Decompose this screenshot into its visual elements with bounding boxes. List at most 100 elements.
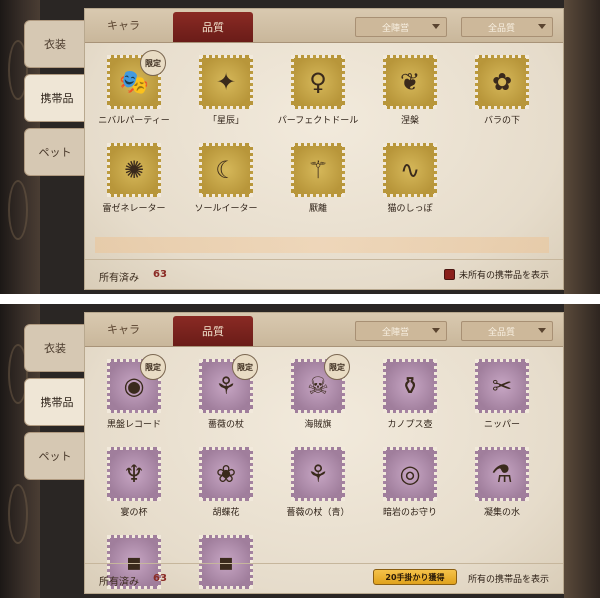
limited-badge: 限定 — [232, 354, 258, 380]
show-unowned-label: 未所有の携帯品を表示 — [458, 271, 549, 281]
accessory-item[interactable]: ☾ ソールイーター — [181, 143, 271, 214]
item-label: バラの下 — [483, 116, 520, 126]
accessory-item[interactable]: ✦ 「星辰」 — [181, 55, 271, 126]
show-unowned-toggle[interactable]: 未所有の携帯品を表示 — [443, 268, 549, 281]
owned-count: 63 — [153, 269, 167, 280]
item-stamp: ☾ — [199, 143, 253, 197]
show-unowned-toggle[interactable]: 所有の携帯品を表示 — [468, 572, 549, 585]
item-label: 黒盤レコード — [106, 420, 161, 430]
item-stamp: ◉ 限定 — [107, 354, 166, 413]
accessory-item[interactable]: ♆ 宴の杯 — [89, 447, 179, 518]
item-stamp: ☠ 限定 — [291, 354, 350, 413]
rose-icon: ✿ — [491, 68, 513, 96]
quality-dropdown[interactable]: 全品質 — [461, 17, 553, 37]
accessory-item[interactable]: ◎ 暗岩のお守り — [365, 447, 455, 518]
item-stamp: ♆ — [107, 447, 161, 501]
side-tab-pet[interactable]: ペット — [24, 128, 86, 176]
chevron-down-icon — [432, 328, 440, 333]
side-tabs: 衣装 携帯品 ペット — [24, 324, 90, 486]
item-label: 厭離 — [308, 204, 327, 214]
tab-character[interactable]: キャラ — [107, 17, 140, 33]
footer: 所有済み 63 所有の携帯品を表示 — [85, 563, 563, 593]
quality-dropdown-value: 全品質 — [488, 327, 516, 338]
water-flask-icon: ⚗ — [491, 460, 513, 488]
hint-reward-badge[interactable]: 20手掛かり獲得 — [373, 569, 457, 585]
item-label: 宴の杯 — [120, 508, 148, 518]
chevron-down-icon — [538, 328, 546, 333]
accessory-item[interactable]: ✿ バラの下 — [457, 55, 547, 126]
generator-icon: ✺ — [123, 156, 145, 184]
camp-dropdown[interactable]: 全陣営 — [355, 321, 447, 341]
item-label: 雷ゼネレーター — [102, 204, 166, 214]
item-label: 暗岩のお守り — [382, 508, 437, 518]
canopic-jar-icon: ⚱ — [399, 372, 421, 400]
camp-dropdown[interactable]: 全陣営 — [355, 17, 447, 37]
doll-icon: ♀ — [309, 68, 327, 96]
item-label: 薔薇の杖（青） — [286, 508, 350, 518]
accessory-item[interactable]: 🎭 限定 ニバルパーティー — [89, 50, 179, 126]
accessory-item[interactable]: ♀ パーフェクトドール — [273, 55, 363, 126]
item-stamp: ⚘ — [291, 447, 345, 501]
book-edge — [564, 304, 600, 598]
nipper-icon: ✂ — [491, 372, 513, 400]
item-label: パーフェクトドール — [277, 116, 359, 126]
tab-character[interactable]: キャラ — [107, 321, 140, 337]
accessory-item[interactable]: ⚚ 厭離 — [273, 143, 363, 214]
accessory-item[interactable]: ❀ 胡蝶花 — [181, 447, 271, 518]
item-stamp: ✂ — [475, 359, 529, 413]
item-stamp: ◎ — [383, 447, 437, 501]
side-tab-costume[interactable]: 衣装 — [24, 20, 86, 68]
accessory-item[interactable]: ❦ 涅槃 — [365, 55, 455, 126]
camp-dropdown-value: 全陣営 — [382, 23, 410, 34]
item-stamp: ⚗ — [475, 447, 529, 501]
item-label: 胡蝶花 — [212, 508, 240, 518]
owned-count: 63 — [153, 573, 167, 584]
accessory-item[interactable]: ∿ 猫のしっぽ — [365, 143, 455, 214]
accessory-item[interactable]: ⚗ 凝集の水 — [457, 447, 547, 518]
limited-badge: 限定 — [140, 354, 166, 380]
book-edge — [564, 0, 600, 294]
item-stamp: ⚚ — [291, 143, 345, 197]
item-stamp: ⚘ 限定 — [199, 354, 258, 413]
item-label: 「星辰」 — [207, 116, 244, 126]
camp-dropdown-value: 全陣営 — [382, 327, 410, 338]
footer: 所有済み 63 未所有の携帯品を表示 — [85, 259, 563, 289]
side-tab-accessory[interactable]: 携帯品 — [24, 378, 90, 426]
side-tab-accessory[interactable]: 携帯品 — [24, 74, 90, 122]
accessory-item[interactable]: ✂ ニッパー — [457, 359, 547, 430]
owned-label: 所有済み — [99, 577, 139, 588]
accessory-item[interactable]: ⚱ カノプス壺 — [365, 359, 455, 430]
limited-badge: 限定 — [324, 354, 350, 380]
accessory-item[interactable]: ⚘ 薔薇の杖（青） — [273, 447, 363, 518]
quality-dropdown[interactable]: 全品質 — [461, 321, 553, 341]
accessory-item[interactable]: ✺ 雷ゼネレーター — [89, 143, 179, 214]
header-bar: キャラ 品質 全陣営 全品質 — [85, 9, 563, 43]
item-label: 凝集の水 — [483, 508, 520, 518]
item-label: 海賊旗 — [304, 420, 332, 430]
accessory-item[interactable]: ◉ 限定黒盤レコード — [89, 354, 179, 430]
item-label: 猫のしっぽ — [387, 204, 433, 214]
side-tab-pet[interactable]: ペット — [24, 432, 86, 480]
item-label: 涅槃 — [400, 116, 419, 126]
rope-decoration — [8, 180, 28, 240]
tab-quality[interactable]: 品質 — [173, 316, 253, 346]
quality-dropdown-value: 全品質 — [488, 23, 516, 34]
item-stamp: ✦ — [199, 55, 253, 109]
accessory-item[interactable]: ⚘ 限定薔薇の杖 — [181, 354, 271, 430]
screenshot-top: 衣装 携帯品 ペット キャラ 品質 全陣営 全品質 🎭 限定 ニバルパーティー ✦ 「星… — [0, 0, 600, 294]
side-tabs: 衣装 携帯品 ペット — [24, 20, 90, 182]
item-label: カノプス壺 — [387, 420, 433, 430]
limited-badge: 限定 — [140, 50, 166, 76]
cat-tail-icon: ∿ — [399, 156, 421, 184]
amulet-icon: ◎ — [399, 460, 421, 488]
item-stamp: ❦ — [383, 55, 437, 109]
chevron-down-icon — [538, 24, 546, 29]
item-label: 薔薇の杖 — [207, 420, 244, 430]
item-stamp: 🎭 限定 — [107, 50, 166, 109]
checkbox-icon[interactable] — [443, 269, 455, 280]
owned-label: 所有済み — [99, 273, 139, 284]
show-unowned-label: 所有の携帯品を表示 — [467, 575, 549, 585]
tab-quality[interactable]: 品質 — [173, 12, 253, 42]
side-tab-costume[interactable]: 衣装 — [24, 324, 86, 372]
accessory-item[interactable]: ☠ 限定海賊旗 — [273, 354, 363, 430]
